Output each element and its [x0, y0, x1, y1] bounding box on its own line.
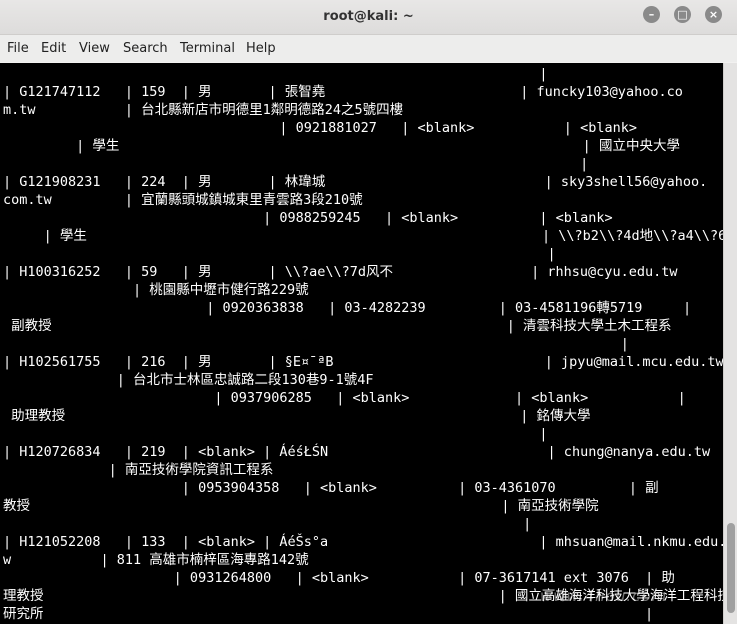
title-bar[interactable]: root@kali: ~ – □ ×: [0, 0, 737, 35]
terminal-line: |: [3, 156, 589, 172]
menu-search[interactable]: Search: [123, 41, 168, 56]
menu-edit[interactable]: Edit: [41, 41, 66, 56]
terminal-line: | H100316252 | 59 | 男 | \\?ae\\?7d风不 | r…: [3, 264, 678, 280]
menu-bar: File Edit View Search Terminal Help: [0, 35, 737, 62]
terminal-window: root@kali: ~ – □ × File Edit View Search…: [0, 0, 737, 624]
terminal-line: | 0931264800 | <blank> | 07-3617141 ext …: [3, 570, 675, 586]
terminal-output[interactable]: | | G121747112 | 159 | 男 | 張智堯 | funcky1…: [0, 63, 723, 624]
terminal-line: 副教授 | 清雲科技大學土木工程系: [3, 318, 672, 334]
close-button[interactable]: ×: [705, 6, 722, 23]
terminal-line: |: [3, 336, 629, 352]
minimize-button[interactable]: –: [643, 6, 660, 23]
terminal-line: |: [3, 516, 532, 532]
terminal-line: | G121908231 | 224 | 男 | 林瑋城 | sky3shell…: [3, 174, 708, 190]
terminal-line: 教授 | 南亞技術學院: [3, 498, 599, 514]
scrollbar-thumb[interactable]: [727, 523, 735, 613]
menu-terminal[interactable]: Terminal: [180, 41, 235, 56]
terminal-line: | 0953904358 | <blank> | 03-4361070 | 副: [3, 480, 659, 496]
menu-file[interactable]: File: [7, 41, 29, 56]
terminal-line: | 0937906285 | <blank> | <blank> |: [3, 390, 686, 406]
terminal-line: | 0920363838 | 03-4282239 | 03-4581196轉5…: [3, 300, 692, 316]
terminal-line: |: [3, 246, 556, 262]
terminal-line: | 台北市士林區忠誠路二段130巷9-1號4F: [3, 372, 374, 388]
terminal-line: | 0921881027 | <blank> | <blank>: [3, 120, 637, 136]
terminal-line: | H121052208 | 133 | <blank> | ÁéŠs°a | …: [3, 534, 723, 550]
terminal-line: w | 811 高雄市楠梓區海專路142號: [3, 552, 309, 568]
terminal-line: 助理教授 | 銘傳大學: [3, 408, 591, 424]
terminal-line: | 學生 | \\?b2\\?4d地\\?a4\\?6a眡: [3, 228, 723, 244]
menu-help[interactable]: Help: [246, 41, 276, 56]
terminal-line: |: [3, 426, 548, 442]
terminal-line: |: [3, 66, 548, 82]
terminal-line: 研究所 |: [3, 606, 654, 622]
terminal-line: m.tw | 台北縣新店市明德里1鄰明德路24之5號四樓: [3, 102, 404, 118]
terminal-line: | H120726834 | 219 | <blank> | ÁéśŁŚN | …: [3, 444, 711, 460]
watermark: www.4hou.com: [540, 587, 668, 605]
terminal-line: | G121747112 | 159 | 男 | 張智堯 | funcky103…: [3, 84, 683, 100]
terminal-line: | 0988259245 | <blank> | <blank>: [3, 210, 613, 226]
maximize-button[interactable]: □: [674, 6, 691, 23]
menu-view[interactable]: View: [79, 41, 110, 56]
terminal-line: | H102561755 | 216 | 男 | §E¤¯ªB | jpyu@m…: [3, 354, 723, 370]
terminal-line: | 學生 | 國立中央大學: [3, 138, 680, 154]
window-title: root@kali: ~: [323, 9, 414, 24]
terminal-line: com.tw | 宜蘭縣頭城鎮城東里青雲路3段210號: [3, 192, 363, 208]
terminal-line: | 南亞技術學院資訊工程系: [3, 462, 274, 478]
terminal-line: | 桃園縣中壢市健行路229號: [3, 282, 309, 298]
scrollbar[interactable]: [723, 63, 737, 624]
